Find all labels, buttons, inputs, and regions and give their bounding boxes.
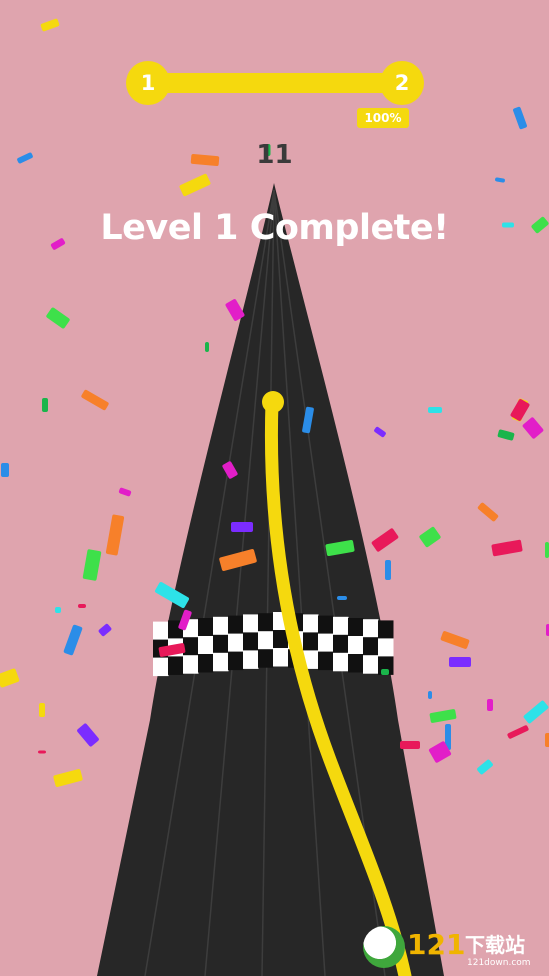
- player-head: [262, 391, 284, 413]
- finish-checker: [378, 638, 394, 657]
- confetti-piece: [38, 750, 46, 754]
- finish-checker: [303, 614, 319, 633]
- confetti-piece: [42, 398, 48, 412]
- svg-text:121: 121: [407, 928, 465, 961]
- confetti-piece: [39, 703, 45, 717]
- progress-percent-label: 100%: [357, 108, 409, 128]
- finish-checker: [243, 650, 259, 669]
- finish-checker: [213, 652, 229, 672]
- confetti-piece: [428, 407, 442, 413]
- finish-checker: [213, 616, 229, 636]
- finish-checker: [318, 633, 334, 653]
- finish-checker: [348, 636, 364, 655]
- level-complete-title: Level 1 Complete!: [100, 208, 449, 248]
- confetti-piece: [487, 699, 493, 711]
- finish-checker: [198, 618, 214, 637]
- confetti-piece: [231, 522, 253, 532]
- svg-text:下载站: 下载站: [465, 933, 525, 957]
- confetti-piece: [205, 342, 209, 352]
- current-level-badge: 1: [126, 61, 170, 105]
- confetti-piece: [429, 709, 457, 723]
- confetti-piece: [371, 528, 399, 552]
- confetti-piece: [491, 539, 523, 557]
- finish-checker: [303, 632, 319, 651]
- confetti-piece: [77, 723, 99, 747]
- finish-checker: [378, 620, 394, 639]
- finish-checker: [168, 656, 184, 675]
- confetti-piece: [507, 725, 529, 739]
- confetti-piece: [495, 177, 505, 183]
- confetti-piece: [78, 604, 86, 608]
- confetti-piece: [522, 417, 544, 439]
- confetti-piece: [179, 173, 211, 197]
- level-progress: 1 2: [126, 61, 424, 105]
- confetti-piece: [513, 106, 527, 130]
- finish-checker: [228, 615, 244, 635]
- confetti-piece: [82, 549, 102, 581]
- confetti-piece: [523, 700, 549, 724]
- finish-checker: [363, 619, 379, 638]
- svg-text:121down.com: 121down.com: [467, 958, 531, 968]
- finish-checker: [153, 657, 169, 677]
- finish-checker: [258, 649, 274, 668]
- progress-track: [146, 73, 404, 93]
- confetti-piece: [118, 487, 132, 497]
- finish-line: [153, 612, 394, 677]
- confetti-piece: [385, 560, 391, 580]
- confetti-piece: [545, 733, 549, 747]
- finish-checker: [198, 636, 214, 655]
- confetti-piece: [419, 526, 441, 548]
- confetti-piece: [381, 669, 389, 675]
- finish-checker: [273, 648, 289, 667]
- confetti-piece: [545, 542, 549, 558]
- confetti-piece: [440, 631, 470, 649]
- finish-checker: [333, 634, 349, 654]
- confetti-piece: [477, 502, 499, 522]
- confetti-piece: [428, 691, 432, 699]
- confetti-piece: [105, 514, 125, 556]
- finish-checker: [228, 633, 244, 653]
- watermark-logo-icon: [363, 926, 405, 968]
- confetti-piece: [0, 668, 20, 688]
- watermark-wordmark: 121 下载站 121down.com: [407, 928, 531, 968]
- finish-checker: [258, 631, 274, 650]
- confetti-piece: [337, 596, 347, 600]
- confetti-piece: [497, 429, 515, 441]
- finish-checker: [333, 652, 349, 672]
- finish-checker: [228, 651, 244, 671]
- finish-checker: [153, 621, 169, 641]
- finish-checker: [348, 654, 364, 673]
- road: [97, 183, 444, 976]
- site-watermark: 121 下载站 121down.com: [363, 924, 543, 970]
- next-level-badge: 2: [380, 61, 424, 105]
- confetti-piece: [477, 759, 493, 775]
- confetti-piece: [63, 624, 83, 656]
- finish-checker: [333, 616, 349, 636]
- finish-checker: [243, 632, 259, 651]
- finish-checker: [318, 615, 334, 635]
- finish-checker: [183, 637, 199, 656]
- game-screen: 1 2 100% 11 Level 1 Complete! 121 下载站 12…: [0, 0, 549, 976]
- finish-checker: [318, 651, 334, 671]
- finish-checker: [363, 655, 379, 674]
- finish-checker: [348, 618, 364, 637]
- confetti-piece: [81, 389, 109, 411]
- confetti-piece: [98, 623, 112, 637]
- confetti-piece: [400, 741, 420, 749]
- confetti-piece: [55, 607, 61, 613]
- confetti-piece: [40, 18, 60, 32]
- finish-checker: [198, 654, 214, 673]
- finish-checker: [183, 655, 199, 674]
- finish-checker: [243, 614, 259, 633]
- finish-checker: [213, 634, 229, 654]
- finish-checker: [258, 613, 274, 632]
- finish-checker: [363, 637, 379, 656]
- score-counter: 11: [256, 140, 293, 170]
- progress-fill: [146, 73, 404, 93]
- confetti-piece: [53, 769, 83, 787]
- confetti-piece: [46, 307, 70, 329]
- confetti-piece: [1, 463, 9, 477]
- confetti-piece: [374, 426, 386, 438]
- confetti-piece: [449, 657, 471, 667]
